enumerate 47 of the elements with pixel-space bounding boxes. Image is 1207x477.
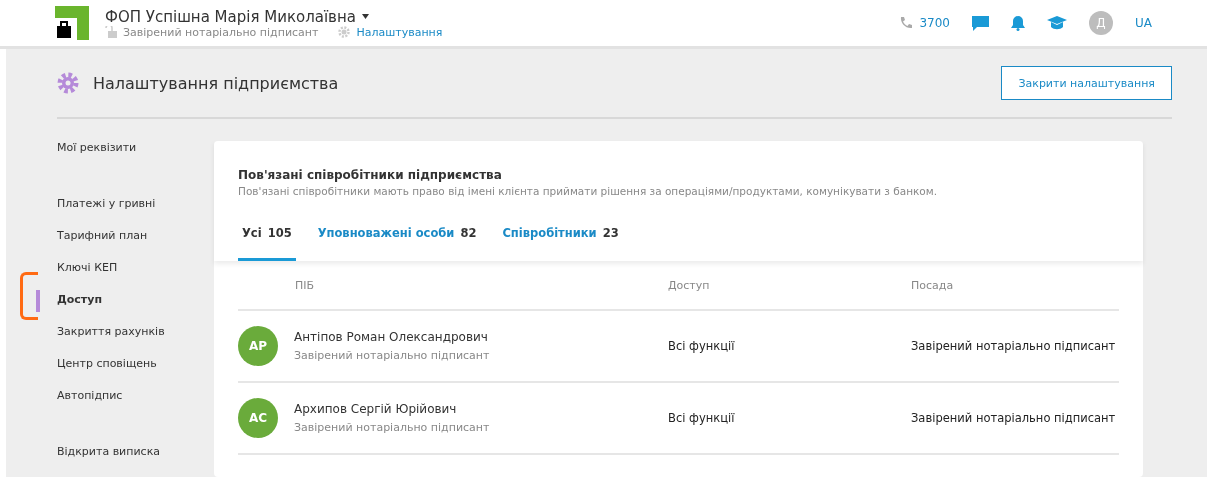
phone-number[interactable]: 3700 [919,16,950,30]
gear-icon [57,72,79,94]
sidebar-item[interactable]: Тарифний план [57,229,214,261]
tab[interactable]: Уповноважені особи 82 [313,226,481,261]
settings-link[interactable]: Налаштування [356,25,443,39]
sidebar-item[interactable]: Відкрита виписка [57,445,214,477]
table-cell-text: Всі функції [668,339,736,353]
graduation-cap-icon[interactable] [1047,15,1067,31]
bell-icon[interactable] [1011,15,1025,31]
tab[interactable]: Співробітники 23 [498,226,623,261]
sidebar-item[interactable]: Мої реквізити [57,141,214,173]
initials-avatar: АС [238,398,278,438]
table-cell-text: Всі функції [668,411,736,425]
sidebar-item[interactable]: Доступ [57,293,214,325]
language-link[interactable]: UA [1135,16,1152,30]
employee-name: Архипов Сергій Юрійович [294,401,458,416]
card-description: Пов'язані співробітники мають право від імені клієнта приймати рішення за операціями/продуктами, комунікувати з банком. [238,185,939,197]
logo-icon [55,6,89,40]
caret-icon[interactable] [361,14,369,19]
sidebar-item[interactable]: Платежі у гривні [57,197,214,229]
page-title: Налаштування підприємства [93,73,339,93]
gear-icon [338,26,351,38]
tab-count: 23 [602,226,619,240]
card-title: Пов'язані співробітники підприємства [238,168,503,182]
bracket-mark [20,272,38,320]
table-cell-text: Завірений нотаріально підписант [911,411,1117,425]
initials-avatar: АР [238,326,278,366]
selection-bar [36,290,40,312]
column-header: ПІБ [294,278,316,292]
column-header: Посада [911,278,955,292]
company-name: ФОП Успішна Марія Миколаївна [105,7,356,26]
sidebar-item[interactable]: Закриття рахунків [57,325,214,357]
employee-name: Антіпов Роман Олександрович [294,329,489,344]
sidebar-item[interactable]: Центр сповіщень [57,357,214,389]
table-cell-text: Завірений нотаріально підписант [911,339,1117,353]
tab-count: 82 [460,226,477,240]
tab-count: 105 [267,226,292,240]
tab[interactable]: Усі 105 [238,226,296,261]
sidebar-item[interactable]: Автопідпис [57,389,214,421]
close-settings-button[interactable]: Закрити налаштування [1001,66,1172,100]
chat-icon[interactable] [972,15,989,31]
user-role: Завірений нотаріально підписант [123,25,319,39]
employee-role: Завірений нотаріально підписант [294,420,490,434]
phone-icon [899,16,914,30]
sidebar-item[interactable]: Ключі КЕП [57,261,214,293]
column-header: Доступ [668,278,711,292]
employee-role: Завірений нотаріально підписант [294,348,490,362]
